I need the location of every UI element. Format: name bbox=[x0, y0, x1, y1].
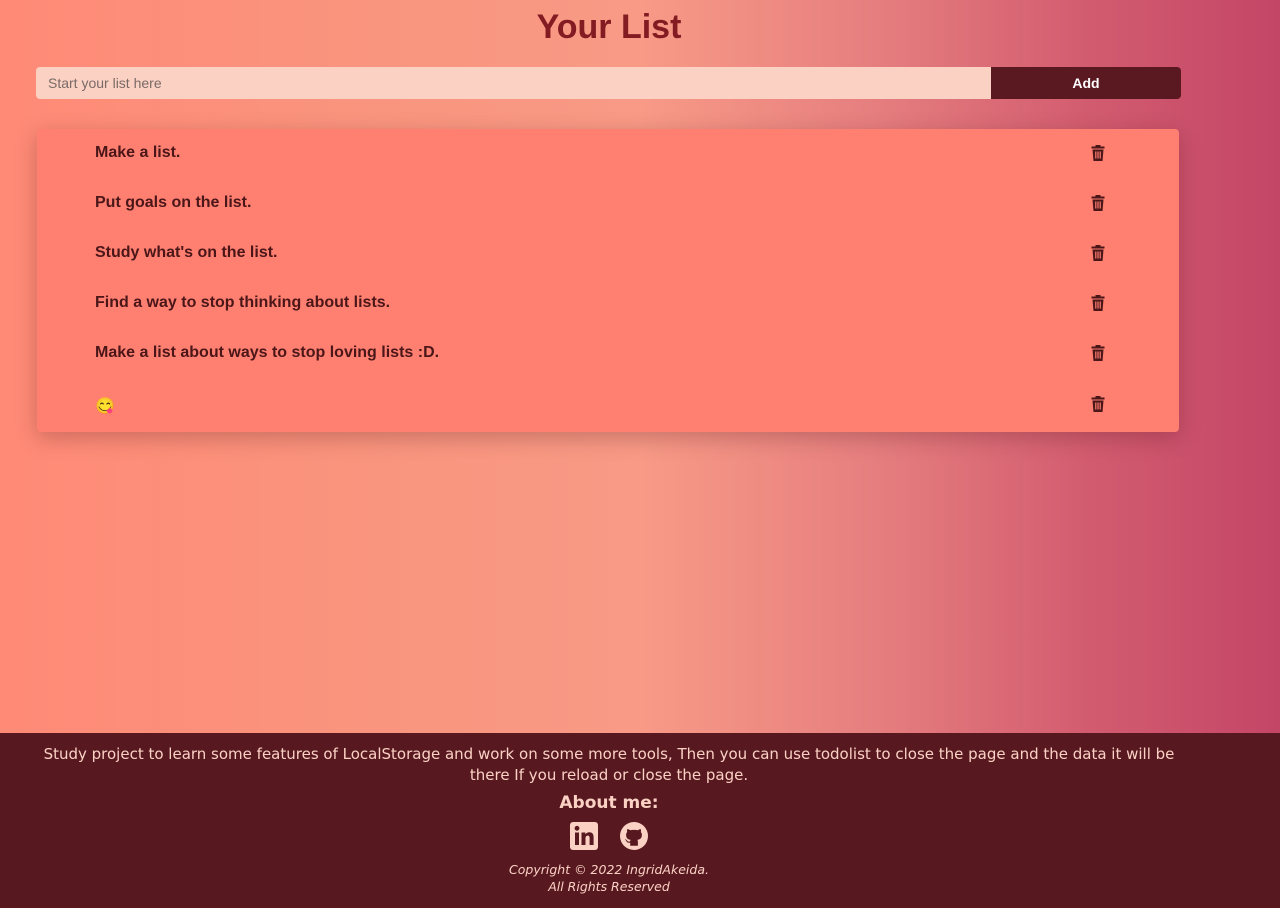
project-description: Study project to learn some features of … bbox=[43, 745, 1175, 784]
list-item: Study what's on the list. bbox=[37, 229, 1179, 279]
list-item-text: Put goals on the list. bbox=[95, 194, 252, 211]
list-item: 😋 bbox=[37, 380, 1179, 430]
list-item-text: Make a list. bbox=[95, 144, 181, 161]
copyright-line: All Rights Reserved bbox=[548, 879, 670, 894]
linkedin-icon[interactable] bbox=[569, 821, 599, 851]
list-item: Find a way to stop thinking about lists. bbox=[37, 279, 1179, 329]
list-item-text: Study what's on the list. bbox=[95, 244, 278, 261]
add-item-form: Add bbox=[36, 67, 1181, 99]
list-item-text: 😋 bbox=[95, 398, 115, 415]
copyright-line: Copyright © 2022 IngridAkeida. bbox=[509, 862, 709, 877]
copyright: Copyright © 2022 IngridAkeida. All Right… bbox=[0, 861, 1218, 895]
trash-icon[interactable] bbox=[1091, 145, 1105, 161]
list-item-input[interactable] bbox=[36, 67, 991, 99]
list-item-text: Make a list about ways to stop loving li… bbox=[95, 344, 440, 361]
trash-icon[interactable] bbox=[1091, 345, 1105, 361]
trash-icon[interactable] bbox=[1091, 295, 1105, 311]
list-item: Make a list. bbox=[37, 129, 1179, 179]
todo-list: Make a list. Put goals on the list. Stud… bbox=[37, 129, 1179, 432]
trash-icon[interactable] bbox=[1091, 245, 1105, 261]
github-icon[interactable] bbox=[619, 821, 649, 851]
list-item: Make a list about ways to stop loving li… bbox=[37, 329, 1179, 379]
list-item: Put goals on the list. bbox=[37, 179, 1179, 229]
social-links bbox=[569, 821, 649, 851]
trash-icon[interactable] bbox=[1091, 396, 1105, 412]
add-button[interactable]: Add bbox=[991, 67, 1181, 99]
list-item-text: Find a way to stop thinking about lists. bbox=[95, 294, 391, 311]
about-me-heading: About me: bbox=[559, 793, 659, 813]
page-title: Your List bbox=[536, 8, 682, 46]
trash-icon[interactable] bbox=[1091, 195, 1105, 211]
page-footer: Study project to learn some features of … bbox=[0, 733, 1280, 908]
